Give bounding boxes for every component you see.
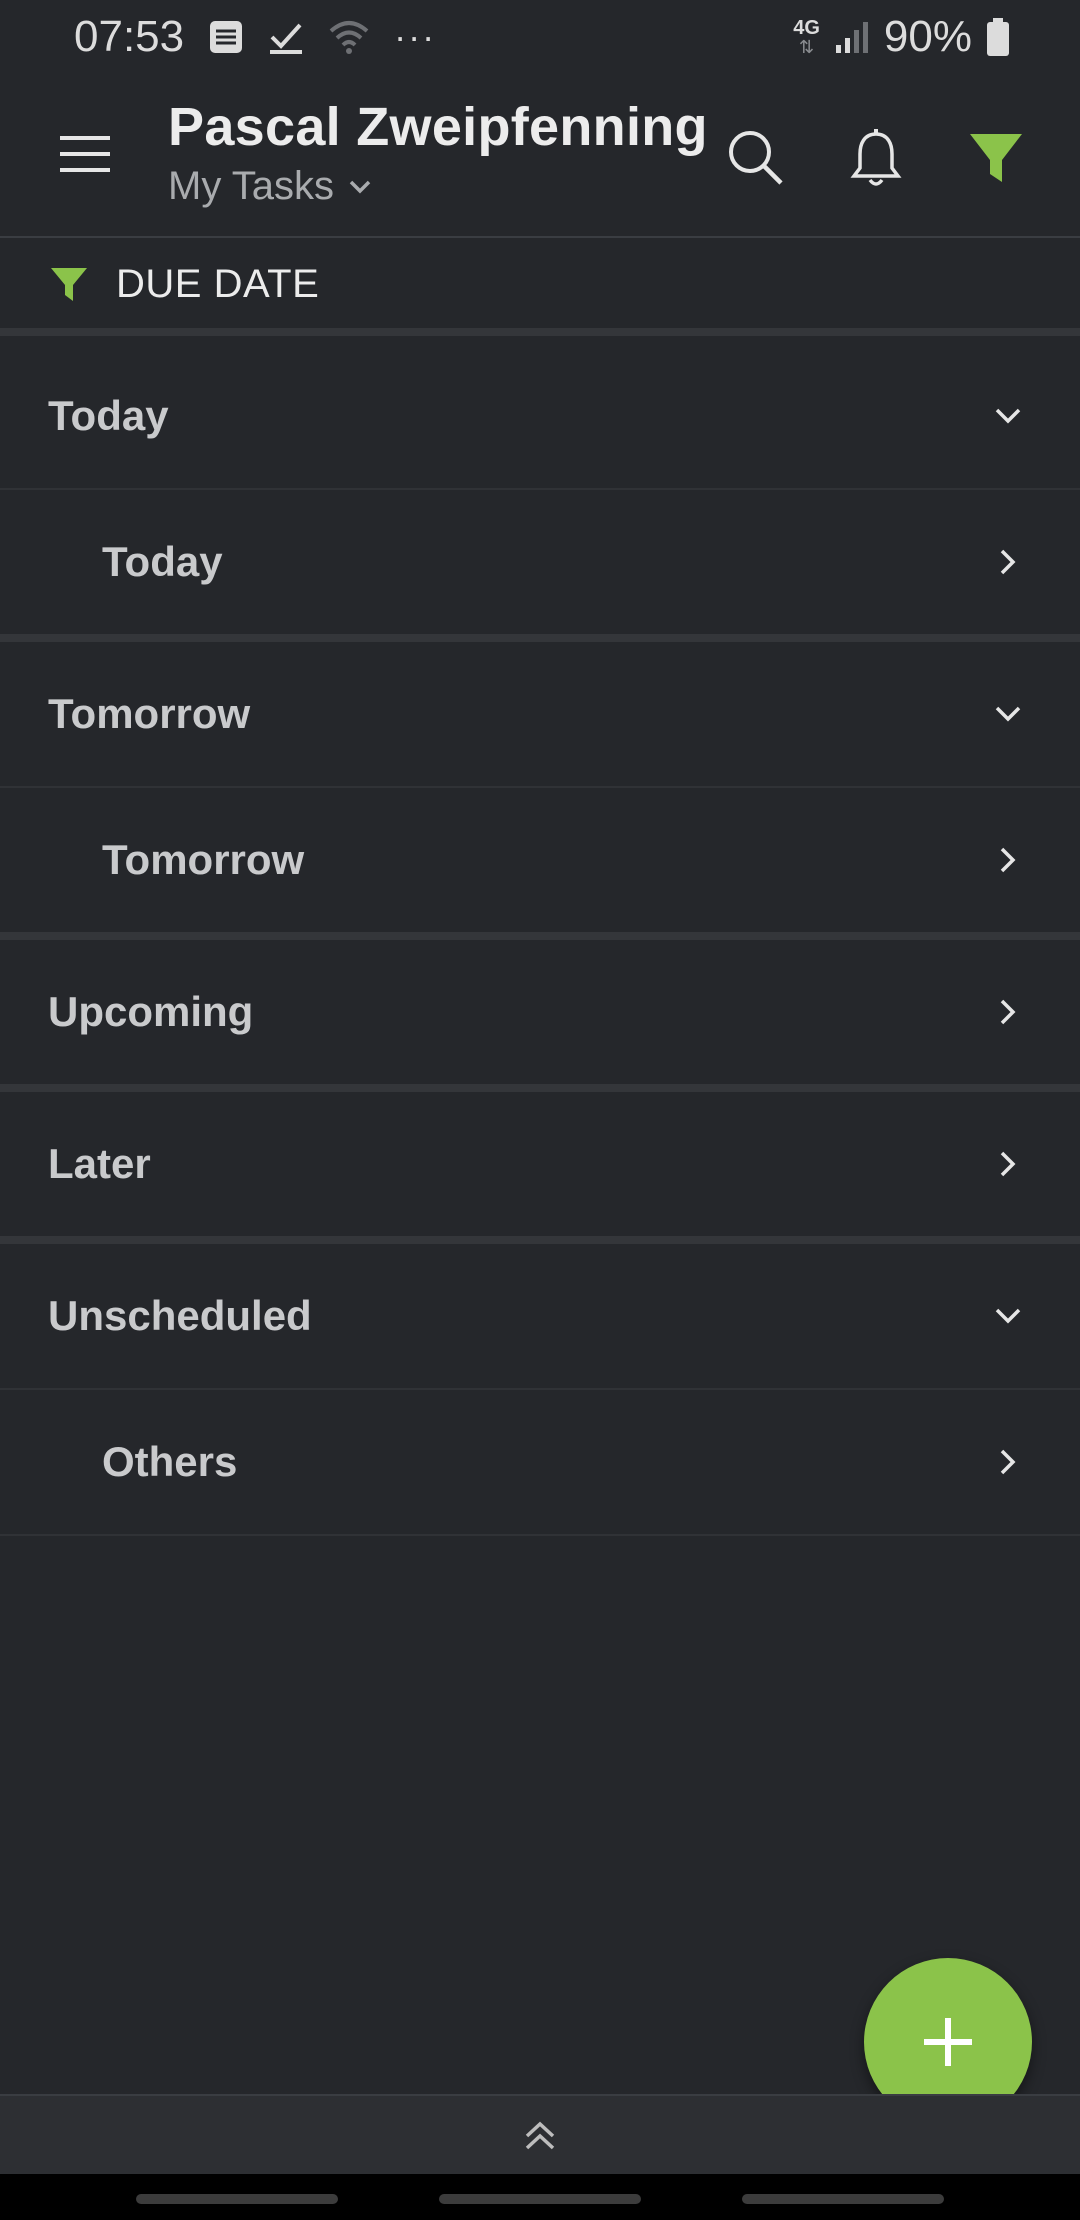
group-header-label: Upcoming: [48, 988, 254, 1035]
data-arrows-icon: ⇅: [799, 37, 815, 57]
chevron-down-icon: [988, 694, 1028, 734]
stack-notification-icon: [208, 19, 244, 55]
nav-home-button[interactable]: [439, 2194, 641, 2204]
screen: 07:53 ··· 4G ⇅ 90% Pascal Zweipfenning M…: [0, 0, 1080, 2220]
list-item-today[interactable]: Today: [0, 490, 1080, 642]
list-item-label: Others: [102, 1438, 238, 1485]
chevron-right-icon: [988, 542, 1028, 582]
filter-icon: [51, 268, 87, 301]
bottom-expand-bar[interactable]: [0, 2094, 1080, 2174]
checkmark-notification-icon: [268, 19, 304, 55]
status-bar: 07:53 ··· 4G ⇅ 90%: [0, 0, 1080, 74]
chevron-down-icon: [349, 180, 371, 193]
search-icon: [729, 131, 783, 185]
list-item-tomorrow[interactable]: Tomorrow: [0, 788, 1080, 940]
project-selector[interactable]: My Tasks: [168, 164, 708, 209]
list-item-label: Tomorrow: [102, 836, 305, 883]
list-item-others[interactable]: Others: [0, 1390, 1080, 1536]
filter-icon: [970, 134, 1022, 182]
chevron-right-icon: [988, 1144, 1028, 1184]
group-header-label: Tomorrow: [48, 690, 251, 737]
page-title: Pascal Zweipfenning: [168, 97, 708, 157]
active-filter-row[interactable]: DUE DATE: [0, 240, 1080, 336]
chevron-down-icon: [988, 396, 1028, 436]
wifi-icon: [328, 19, 370, 55]
chevron-right-icon: [988, 1442, 1028, 1482]
group-header-label: Unscheduled: [48, 1292, 312, 1339]
group-header-label: Later: [48, 1140, 151, 1187]
search-button[interactable]: [720, 122, 792, 194]
bell-icon: [850, 129, 902, 186]
group-header-unscheduled[interactable]: Unscheduled: [0, 1244, 1080, 1390]
signal-icon: [834, 19, 870, 55]
list-item-label: Today: [102, 538, 223, 585]
title-block: Pascal Zweipfenning My Tasks: [168, 96, 708, 209]
group-header-label: Today: [48, 392, 169, 439]
group-header-tomorrow[interactable]: Tomorrow: [0, 642, 1080, 788]
more-notifications-indicator: ···: [394, 16, 437, 57]
project-name: My Tasks: [168, 164, 334, 208]
filter-button[interactable]: [960, 122, 1032, 194]
chevron-right-icon: [988, 840, 1028, 880]
network-type-label: 4G: [793, 17, 820, 39]
group-header-upcoming[interactable]: Upcoming: [0, 940, 1080, 1092]
nav-back-button[interactable]: [742, 2194, 944, 2204]
plus-icon: [924, 2018, 972, 2066]
double-chevron-up-icon: [525, 2121, 555, 2150]
nav-recents-button[interactable]: [136, 2194, 338, 2204]
battery-percent: 90%: [883, 12, 972, 61]
status-right: 4G ⇅ 90%: [793, 0, 1010, 74]
filter-label: DUE DATE: [116, 261, 320, 306]
battery-icon: [986, 17, 1010, 57]
chevron-down-icon: [988, 1296, 1028, 1336]
app-bar: Pascal Zweipfenning My Tasks: [0, 74, 1080, 238]
task-group-list: Today Today Tomorrow Tomorrow Upcoming L…: [0, 344, 1080, 1536]
status-left: 07:53 ···: [74, 12, 436, 62]
group-header-later[interactable]: Later: [0, 1092, 1080, 1244]
group-header-today[interactable]: Today: [0, 344, 1080, 490]
status-time: 07:53: [74, 12, 185, 61]
chevron-right-icon: [988, 992, 1028, 1032]
notifications-button[interactable]: [840, 122, 912, 194]
menu-button[interactable]: [50, 124, 120, 184]
system-nav-bar: [0, 2174, 1080, 2220]
network-type: 4G ⇅: [793, 18, 820, 56]
hamburger-menu-icon: [60, 136, 110, 172]
